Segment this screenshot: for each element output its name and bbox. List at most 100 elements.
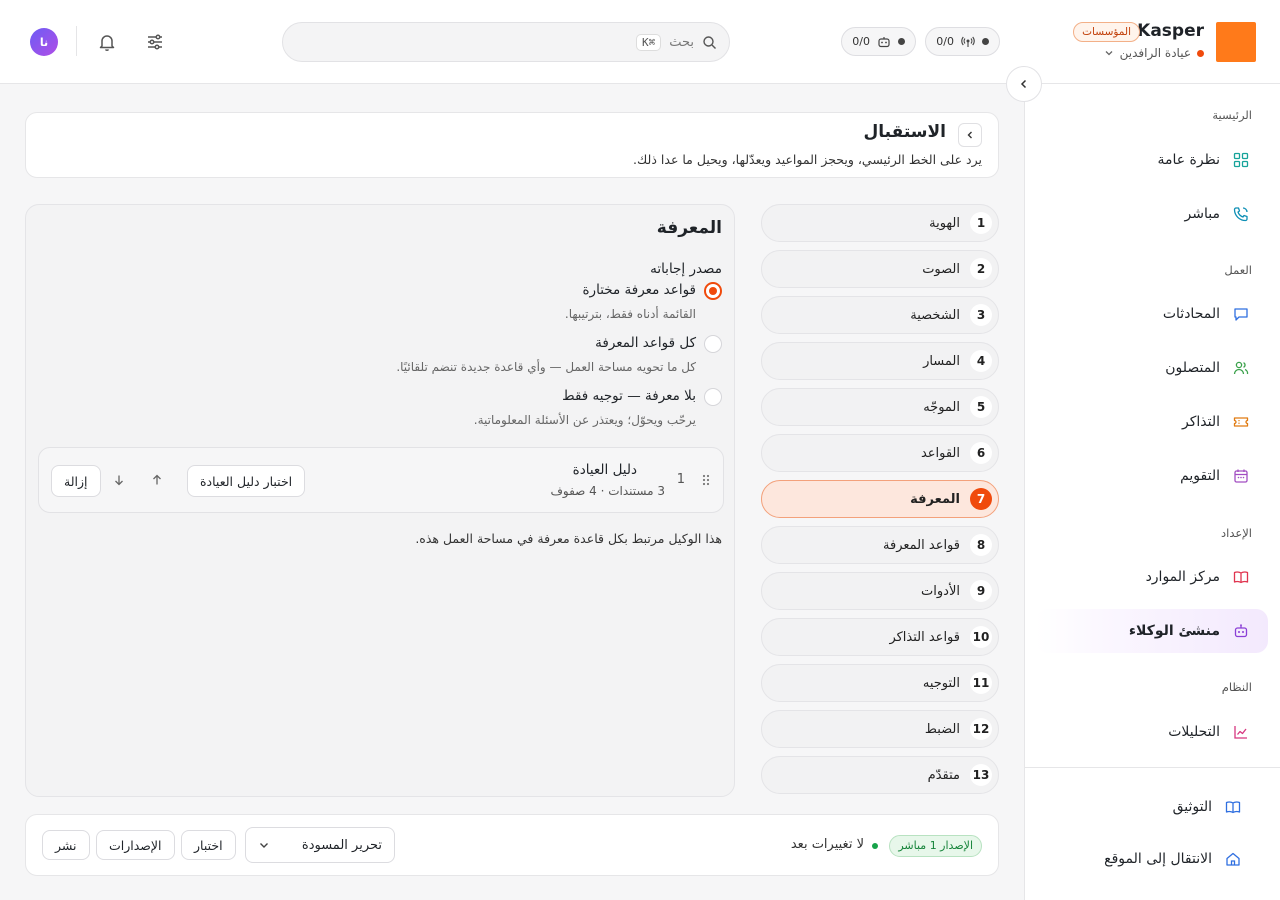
knowledge-panel: المعرفة مصدر إجاباته قواعد معرفة مختارة … — [25, 204, 735, 797]
test-button[interactable]: اختبار — [181, 830, 236, 860]
step-item[interactable]: 7 المعرفة — [761, 480, 999, 518]
phone-icon — [1232, 205, 1250, 223]
arrow-down-icon[interactable] — [111, 472, 127, 488]
bell-icon[interactable] — [95, 30, 119, 54]
step-label: قواعد التذاكر — [889, 629, 960, 645]
sidebar-item-tickets[interactable]: التذاكر — [1036, 400, 1268, 444]
org-status-dot — [1197, 49, 1204, 57]
agents-count: 0/0 — [852, 35, 870, 48]
step-number: 10 — [970, 626, 992, 648]
step-item[interactable]: 4 المسار — [761, 342, 999, 380]
step-number: 1 — [970, 212, 992, 234]
step-item[interactable]: 11 التوجيه — [761, 664, 999, 702]
radio-selected-kbs[interactable] — [704, 282, 722, 300]
remove-kb-button[interactable]: إزالة — [51, 465, 101, 497]
option-label: بلا معرفة — توجيه فقط — [562, 388, 696, 404]
step-number: 12 — [970, 718, 992, 740]
step-item[interactable]: 12 الضبط — [761, 710, 999, 748]
step-label: الأدوات — [921, 583, 960, 599]
org-name: عيادة الرافدين — [1119, 46, 1191, 60]
sidebar-item-calendar[interactable]: التقويم — [1036, 454, 1268, 498]
step-item[interactable]: 9 الأدوات — [761, 572, 999, 610]
top-header: Kasper المؤسسات عيادة الرافدين 0/0 0/0 ب… — [0, 0, 1280, 84]
page-title: الاستقبال — [863, 122, 946, 142]
arrow-up-icon[interactable] — [149, 472, 165, 488]
step-label: الشخصية — [910, 307, 960, 323]
radio-no-knowledge[interactable] — [704, 388, 722, 406]
footer-bar: الإصدار 1 مباشر لا تغييرات بعد تحرير الم… — [25, 814, 999, 876]
agent-description: يرد على الخط الرئيسي، ويحجز المواعيد ويع… — [633, 152, 982, 167]
home-icon — [1224, 850, 1242, 868]
source-label: مصدر إجاباته — [650, 261, 722, 277]
sidebar-item-label: التوثيق — [1172, 799, 1212, 815]
status-dot — [872, 843, 878, 849]
step-item[interactable]: 8 قواعد المعرفة — [761, 526, 999, 564]
step-label: التوجيه — [922, 675, 960, 691]
step-item[interactable]: 3 الشخصية — [761, 296, 999, 334]
step-label: قواعد المعرفة — [883, 537, 960, 553]
section-title: المعرفة — [656, 218, 722, 238]
option-description: يرحّب ويحوّل؛ ويعتذر عن الأسئلة المعلوما… — [473, 413, 696, 427]
step-item[interactable]: 1 الهوية — [761, 204, 999, 242]
drag-handle-icon[interactable] — [701, 473, 711, 487]
live-calls-count: 0/0 — [936, 35, 954, 48]
step-label: متقدّم — [927, 767, 960, 783]
sidebar-item-agent-builder[interactable]: منشئ الوكلاء — [1036, 609, 1268, 653]
chevron-down-icon — [1104, 48, 1114, 58]
step-item[interactable]: 2 الصوت — [761, 250, 999, 288]
agent-header-card: الاستقبال يرد على الخط الرئيسي، ويحجز ال… — [25, 112, 999, 178]
brand-name: Kasper — [1137, 21, 1204, 41]
draft-select[interactable]: تحرير المسودة — [245, 827, 395, 863]
step-number: 3 — [970, 304, 992, 326]
list-item: 1 دليل العيادة 3 مستندات · 4 صفوف اختبار… — [38, 447, 724, 513]
step-number: 11 — [970, 672, 992, 694]
search-shortcut: ⌘K — [635, 33, 662, 51]
sidebar-item-overview[interactable]: نظرة عامة — [1036, 138, 1268, 182]
search-bar[interactable]: بحث ⌘K — [282, 22, 730, 62]
agents-chip[interactable]: 0/0 — [841, 27, 916, 56]
grid-icon — [1232, 151, 1250, 169]
step-item[interactable]: 13 متقدّم — [761, 756, 999, 794]
step-label: المعرفة — [910, 491, 960, 507]
sidebar-item-goto-site[interactable]: الانتقال إلى الموقع — [1036, 837, 1268, 881]
ticket-icon — [1232, 413, 1250, 431]
org-switcher[interactable]: عيادة الرافدين — [1104, 46, 1204, 60]
step-item[interactable]: 10 قواعد التذاكر — [761, 618, 999, 656]
test-kb-button[interactable]: اختبار دليل العيادة — [187, 465, 306, 497]
step-label: المسار — [923, 353, 960, 369]
draft-select-value: تحرير المسودة — [301, 837, 382, 853]
option-description: القائمة أدناه فقط، بترتيبها. — [564, 307, 696, 321]
sidebar-item-docs[interactable]: التوثيق — [1036, 785, 1268, 829]
sidebar-item-live[interactable]: مباشر — [1036, 192, 1268, 236]
sidebar-item-label: المحادثات — [1162, 306, 1220, 322]
robot-icon — [877, 35, 891, 49]
version-badge: الإصدار 1 مباشر — [889, 835, 982, 857]
sliders-icon[interactable] — [143, 30, 167, 54]
sidebar-section-system: النظام — [1221, 680, 1252, 694]
sidebar-item-conversations[interactable]: المحادثات — [1036, 292, 1268, 336]
publish-button[interactable]: نشر — [42, 830, 90, 860]
sidebar-section-setup: الإعداد — [1221, 526, 1252, 540]
sidebar-item-analytics[interactable]: التحليلات — [1036, 710, 1268, 754]
users-icon — [1232, 359, 1250, 377]
step-label: الهوية — [929, 215, 960, 231]
avatar[interactable]: نا — [30, 28, 58, 56]
step-item[interactable]: 6 القواعد — [761, 434, 999, 472]
sidebar-item-callers[interactable]: المتصلون — [1036, 346, 1268, 390]
back-button[interactable] — [958, 123, 982, 147]
sidebar-item-label: التحليلات — [1168, 724, 1220, 740]
status-dot — [898, 38, 905, 45]
brand-logo[interactable] — [1216, 22, 1256, 62]
step-label: الصوت — [922, 261, 960, 277]
sidebar-item-resources[interactable]: مركز الموارد — [1036, 555, 1268, 599]
sidebar-item-label: الانتقال إلى الموقع — [1104, 851, 1212, 867]
sidebar-collapse-button[interactable] — [1006, 66, 1042, 102]
radio-all-kbs[interactable] — [704, 335, 722, 353]
step-number: 13 — [970, 764, 992, 786]
live-calls-chip[interactable]: 0/0 — [925, 27, 1000, 56]
chevron-left-icon — [1018, 78, 1030, 90]
step-item[interactable]: 5 الموجّه — [761, 388, 999, 426]
versions-button[interactable]: الإصدارات — [96, 830, 175, 860]
step-number: 5 — [970, 396, 992, 418]
calendar-icon — [1232, 467, 1250, 485]
